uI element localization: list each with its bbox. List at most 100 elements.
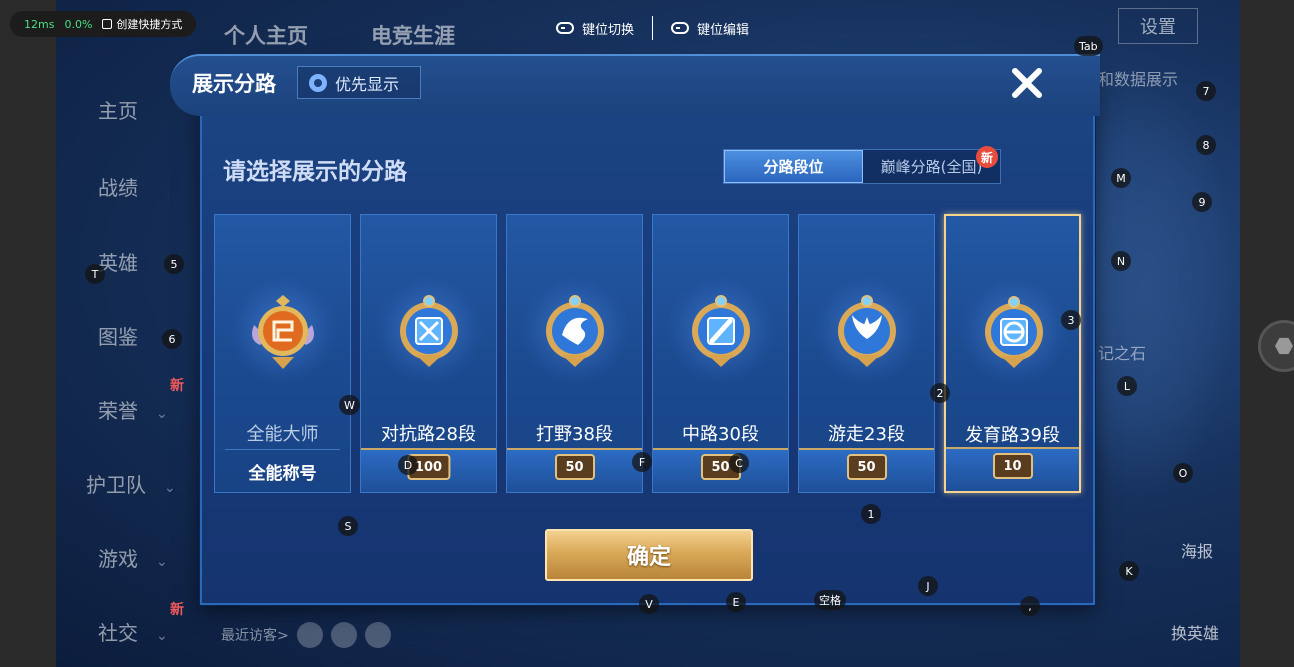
key-hint-3[interactable]: 3 xyxy=(1061,310,1081,330)
lane-card-all-round[interactable]: 全能大师 全能称号 xyxy=(214,214,351,493)
key-hint-n[interactable]: N xyxy=(1111,251,1131,271)
rank-stars-badge: 50 xyxy=(846,454,887,480)
dialog-title: 展示分路 xyxy=(192,72,276,96)
lane-card-jungle[interactable]: 打野38段 50 xyxy=(506,214,643,493)
chevron-down-icon: ⌄ xyxy=(164,480,176,496)
dialog-header: 展示分路 优先显示 xyxy=(170,54,1100,116)
stone-text: 记之石 xyxy=(1098,344,1147,363)
lane-card-name: 全能大师 xyxy=(246,424,319,445)
divider xyxy=(652,16,654,40)
key-hint-9[interactable]: 9 xyxy=(1192,192,1212,212)
rank-band: 100 xyxy=(361,448,496,492)
divider xyxy=(225,449,340,450)
key-hint-e[interactable]: E xyxy=(726,592,746,612)
lane-card-name: 中路30段 xyxy=(682,424,759,445)
tab-esports-career[interactable]: 电竞生涯 xyxy=(371,20,455,50)
new-badge: 新 xyxy=(170,602,184,618)
key-hint-v[interactable]: V xyxy=(639,594,659,614)
performance-overlay: 12ms 0.0% 创建快捷方式 xyxy=(10,11,197,37)
key-hint-w[interactable]: W xyxy=(339,395,360,415)
new-badge: 新 xyxy=(170,378,184,394)
dialog-subtitle: 请选择展示的分路 xyxy=(223,159,407,185)
key-hint-7[interactable]: 7 xyxy=(1196,81,1216,101)
segment-lane-rank[interactable]: 分路段位 xyxy=(724,150,863,183)
create-shortcut-button[interactable]: 创建快捷方式 xyxy=(102,16,182,32)
tab-personal-home[interactable]: 个人主页 xyxy=(224,20,308,50)
key-hint-tab[interactable]: Tab xyxy=(1074,36,1103,56)
key-hint-space[interactable]: 空格 xyxy=(814,590,846,610)
key-switch-button[interactable]: 键位切换 xyxy=(552,19,638,38)
side-item-game[interactable]: 游戏 ⌄ xyxy=(98,543,168,572)
key-hint-d[interactable]: D xyxy=(398,455,418,475)
rank-band: 50 xyxy=(653,448,788,492)
key-hint-j[interactable]: J xyxy=(918,576,938,596)
orange-allround-emblem-icon xyxy=(252,295,314,369)
key-hint-t[interactable]: T xyxy=(85,264,105,284)
key-hint-6[interactable]: 6 xyxy=(162,329,182,349)
all-round-title-button[interactable]: 全能称号 xyxy=(215,459,350,484)
key-hint-8[interactable]: 8 xyxy=(1196,135,1216,155)
shortcut-icon xyxy=(102,19,113,29)
rank-band: 50 xyxy=(507,448,642,492)
lane-card-name: 发育路39段 xyxy=(965,425,1060,446)
lane-card-clash-lane[interactable]: 对抗路28段 100 xyxy=(360,214,497,493)
rank-stars-badge: 10 xyxy=(992,453,1033,479)
priority-display-button[interactable]: 优先显示 xyxy=(297,66,421,99)
bow-emblem-icon xyxy=(985,296,1043,368)
lane-card-name: 对抗路28段 xyxy=(381,424,476,445)
lane-card-farm-lane[interactable]: 发育路39段 10 xyxy=(944,214,1081,493)
lane-card-name: 打野38段 xyxy=(536,424,613,445)
visitor-avatar[interactable] xyxy=(296,622,323,648)
side-item-social[interactable]: 社交 ⌄ xyxy=(98,617,168,646)
side-item-home[interactable]: 主页 xyxy=(98,95,138,124)
change-hero-button[interactable]: 换英雄 xyxy=(1171,620,1219,644)
side-item-honor[interactable]: 荣誉 ⌄ xyxy=(98,395,168,424)
gamepad-icon xyxy=(556,22,574,34)
new-badge: 新 xyxy=(976,146,998,168)
settings-button[interactable]: 设置 xyxy=(1118,8,1198,44)
key-hint-o[interactable]: O xyxy=(1173,463,1193,483)
close-button[interactable] xyxy=(1008,64,1046,102)
lane-card-name: 游走23段 xyxy=(828,424,905,445)
key-hint-c[interactable]: C xyxy=(729,453,749,473)
close-icon xyxy=(1012,68,1042,98)
gear-icon xyxy=(309,73,327,92)
gamepad-icon xyxy=(671,22,690,34)
dragon-emblem-icon xyxy=(546,295,604,367)
chevron-down-icon: ⌄ xyxy=(156,554,168,570)
cpu-value: 0.0% xyxy=(64,17,93,31)
key-mapping-bar: 键位切换 键位编辑 xyxy=(552,16,753,40)
staff-emblem-icon xyxy=(692,295,750,367)
crossed-swords-emblem-icon xyxy=(400,295,458,367)
wings-emblem-icon xyxy=(838,295,896,367)
key-hint-2[interactable]: 2 xyxy=(930,383,950,403)
key-hint-k[interactable]: K xyxy=(1119,561,1139,581)
rank-stars-badge: 50 xyxy=(554,454,595,480)
chevron-down-icon: ⌄ xyxy=(156,406,168,422)
rank-band: 50 xyxy=(799,448,934,492)
side-item-record[interactable]: 战绩 xyxy=(98,172,138,201)
segment-peak-lane[interactable]: 巅峰分路(全国) 新 xyxy=(863,146,1000,183)
key-hint-m[interactable]: M xyxy=(1111,168,1131,188)
lane-display-dialog: 展示分路 优先显示 请选择展示的分路 分路段位 巅峰分路(全国) 新 全能大师 全… xyxy=(170,54,1100,605)
lane-card-mid-lane[interactable]: 中路30段 50 xyxy=(652,214,789,493)
confirm-button[interactable]: 确定 xyxy=(545,529,753,581)
key-hint-5[interactable]: 5 xyxy=(164,254,184,274)
key-hint-s[interactable]: S xyxy=(338,516,358,536)
side-item-guard-team[interactable]: 护卫队 ⌄ xyxy=(86,469,176,498)
key-hint-f[interactable]: F xyxy=(632,452,652,472)
side-item-collection[interactable]: 图鉴 xyxy=(98,321,138,350)
lane-card-roam[interactable]: 游走23段 50 xyxy=(798,214,935,493)
segment-control: 分路段位 巅峰分路(全国) 新 xyxy=(723,146,1001,184)
rank-band: 10 xyxy=(946,447,1079,491)
poster-button[interactable]: 海报 xyxy=(1181,538,1213,562)
data-display-text: 和数据展示 xyxy=(1098,70,1179,89)
key-hint-comma[interactable]: , xyxy=(1020,596,1040,616)
key-edit-button[interactable]: 键位编辑 xyxy=(667,19,753,38)
key-hint-1[interactable]: 1 xyxy=(861,504,881,524)
visitor-avatar[interactable] xyxy=(330,622,357,648)
key-hint-l[interactable]: L xyxy=(1117,376,1137,396)
recent-visitors[interactable]: 最近访客> xyxy=(221,622,391,648)
visitor-avatar[interactable] xyxy=(364,622,391,648)
chevron-down-icon: ⌄ xyxy=(156,628,168,644)
